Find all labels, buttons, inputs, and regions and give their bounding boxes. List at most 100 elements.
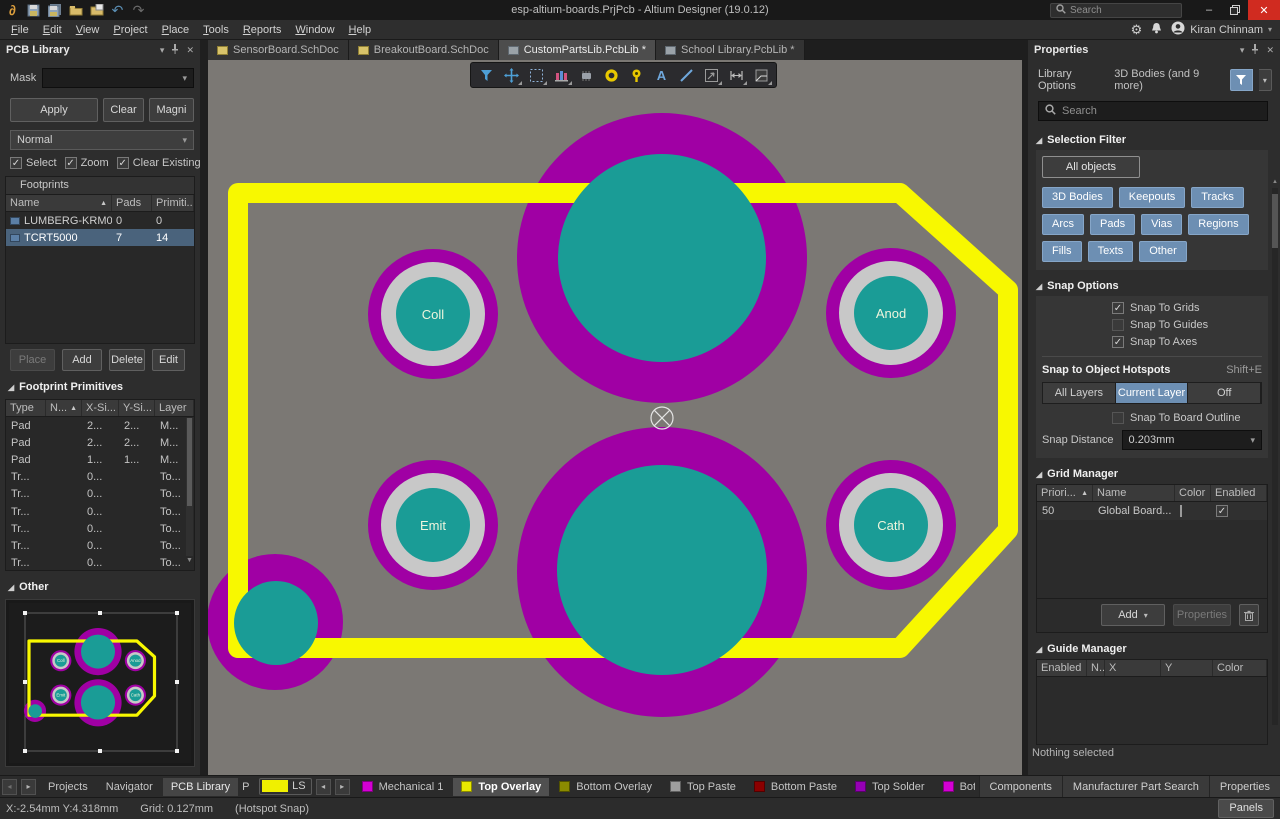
bottom-tab-manufacturer-part-search[interactable]: Manufacturer Part Search [1062, 776, 1209, 797]
layer-tab-mechanical-1[interactable]: Mechanical 1 [354, 778, 452, 796]
layer-tab-bottom-solder[interactable]: Bottom Solder [935, 778, 975, 796]
scroll-layers-right-icon[interactable]: ▸ [335, 779, 350, 795]
filter-other[interactable]: Other [1139, 241, 1187, 262]
save-all-icon[interactable] [47, 3, 62, 18]
layer-tab-top-paste[interactable]: Top Paste [662, 778, 744, 796]
place-button[interactable]: Place [10, 349, 55, 371]
tab-school-library-pcblib[interactable]: School Library.PcbLib * [656, 40, 805, 60]
menu-edit[interactable]: Edit [36, 22, 69, 38]
scroll-layers-left-icon[interactable]: ◂ [316, 779, 331, 795]
layer-tab-bottom-overlay[interactable]: Bottom Overlay [551, 778, 660, 796]
dimension-tool-icon[interactable] [724, 64, 748, 86]
column-enabled[interactable]: Enabled [1037, 660, 1087, 676]
bottom-tab-properties[interactable]: Properties [1209, 776, 1280, 797]
object-filter-button[interactable] [1230, 69, 1253, 91]
pin-icon[interactable] [171, 44, 179, 56]
redo-icon[interactable]: ↷ [131, 3, 146, 18]
footprint-drawing[interactable]: Coll Anod Emit Cath [208, 60, 1022, 775]
via-tool-icon[interactable] [624, 64, 648, 86]
route-tool-icon[interactable] [699, 64, 723, 86]
apply-button[interactable]: Apply [10, 98, 98, 122]
segment-current-layer[interactable]: Current Layer [1116, 383, 1189, 403]
filter-tracks[interactable]: Tracks [1191, 187, 1244, 208]
primitive-row[interactable]: Pad1...1...M... [6, 451, 194, 468]
snap-options-section[interactable]: ◢Snap Options [1028, 280, 1280, 292]
column-xsize[interactable]: X-Si... [82, 400, 119, 416]
component-tool-icon[interactable] [574, 64, 598, 86]
column-x[interactable]: X [1105, 660, 1161, 676]
grid-properties-button[interactable]: Properties [1173, 604, 1231, 626]
menu-reports[interactable]: Reports [236, 22, 289, 38]
column-placement-tool-icon[interactable] [549, 64, 573, 86]
open-folder-icon[interactable] [68, 3, 83, 18]
menu-project[interactable]: Project [106, 22, 154, 38]
primitive-row[interactable]: Tr...0...To... [6, 486, 194, 503]
open-document-icon[interactable] [89, 3, 104, 18]
properties-search-input[interactable] [1062, 105, 1232, 117]
column-primitives[interactable]: Primiti... [152, 195, 194, 211]
filter-caret-button[interactable]: ▾ [1259, 69, 1272, 91]
filter-keepouts[interactable]: Keepouts [1119, 187, 1185, 208]
other-section[interactable]: ◢Other [0, 581, 200, 593]
panel-tab-p[interactable]: P [240, 778, 255, 796]
minimize-button[interactable]: – [1196, 0, 1222, 20]
selection-box-tool-icon[interactable] [524, 64, 548, 86]
column-ysize[interactable]: Y-Si... [119, 400, 155, 416]
filter-pads[interactable]: Pads [1090, 214, 1135, 235]
panel-menu-caret-icon[interactable]: ▾ [1240, 45, 1245, 56]
panel-tab-navigator[interactable]: Navigator [98, 778, 161, 796]
primitive-row[interactable]: Tr...0...To... [6, 469, 194, 486]
footprint-primitives-section[interactable]: ◢Footprint Primitives [0, 381, 200, 393]
pin-icon[interactable] [1251, 44, 1259, 56]
board-outline-checkbox[interactable] [1112, 412, 1124, 424]
settings-gear-icon[interactable]: ⚙ [1131, 22, 1143, 38]
column-color[interactable]: Color [1213, 660, 1267, 676]
filter-vias[interactable]: Vias [1141, 214, 1182, 235]
checkbox-snap-to-grids[interactable] [1112, 302, 1124, 314]
column-n[interactable]: N.. [1087, 660, 1105, 676]
all-objects-button[interactable]: All objects [1042, 156, 1140, 178]
primitive-row[interactable]: Tr...0...To... [6, 537, 194, 554]
checkbox-zoom[interactable] [65, 157, 77, 169]
column-color[interactable]: Color [1175, 485, 1211, 501]
delete-button[interactable]: Delete [109, 349, 145, 371]
pcb-editor-canvas[interactable]: A [208, 60, 1022, 775]
add-grid-button[interactable]: Add▾ [1101, 604, 1165, 626]
column-y[interactable]: Y [1161, 660, 1213, 676]
column-priority[interactable]: Priori...▲ [1037, 485, 1093, 501]
primitive-row[interactable]: Tr...0...To... [6, 520, 194, 537]
footprint-row-lumberg-krm08[interactable]: LUMBERG-KRM0800 [6, 212, 194, 229]
scroll-down-icon[interactable]: ▼ [186, 557, 193, 569]
column-grid-name[interactable]: Name [1093, 485, 1175, 501]
close-panel-icon[interactable]: ✕ [186, 45, 194, 56]
tab-breakoutboard-schdoc[interactable]: BreakoutBoard.SchDoc [349, 40, 499, 60]
column-pads[interactable]: Pads [112, 195, 152, 211]
grid-enabled-checkbox[interactable] [1216, 505, 1228, 517]
panel-tab-pcb-library[interactable]: PCB Library [163, 778, 238, 796]
panel-tab-projects[interactable]: Projects [40, 778, 96, 796]
column-layer[interactable]: Layer [155, 400, 194, 416]
move-tool-icon[interactable] [499, 64, 523, 86]
properties-scrollbar[interactable] [1272, 188, 1278, 725]
close-button[interactable]: ✕ [1248, 0, 1280, 20]
selection-filter-section[interactable]: ◢Selection Filter [1028, 134, 1280, 146]
polygon-tool-icon[interactable] [749, 64, 773, 86]
segment-all-layers[interactable]: All Layers [1043, 383, 1116, 403]
close-panel-icon[interactable]: ✕ [1266, 45, 1274, 56]
primitives-scrollbar[interactable] [186, 418, 193, 556]
column-type[interactable]: Type [6, 400, 46, 416]
mode-dropdown[interactable]: Normal▾ [10, 130, 194, 150]
menu-tools[interactable]: Tools [196, 22, 236, 38]
segment-off[interactable]: Off [1188, 383, 1261, 403]
column-enabled[interactable]: Enabled [1211, 485, 1267, 501]
menu-place[interactable]: Place [155, 22, 197, 38]
primitive-row[interactable]: Tr...0...To... [6, 503, 194, 520]
panel-menu-caret-icon[interactable]: ▾ [160, 45, 165, 56]
properties-search[interactable] [1038, 101, 1268, 121]
magnify-button[interactable]: Magni [149, 98, 194, 122]
scroll-tabs-right-icon[interactable]: ▸ [21, 779, 36, 795]
tab-sensorboard-schdoc[interactable]: SensorBoard.SchDoc [208, 40, 349, 60]
user-account[interactable]: Kiran Chinnam ▾ [1171, 21, 1272, 38]
grid-manager-section[interactable]: ◢Grid Manager [1028, 468, 1280, 480]
filter-tool-icon[interactable] [474, 64, 498, 86]
